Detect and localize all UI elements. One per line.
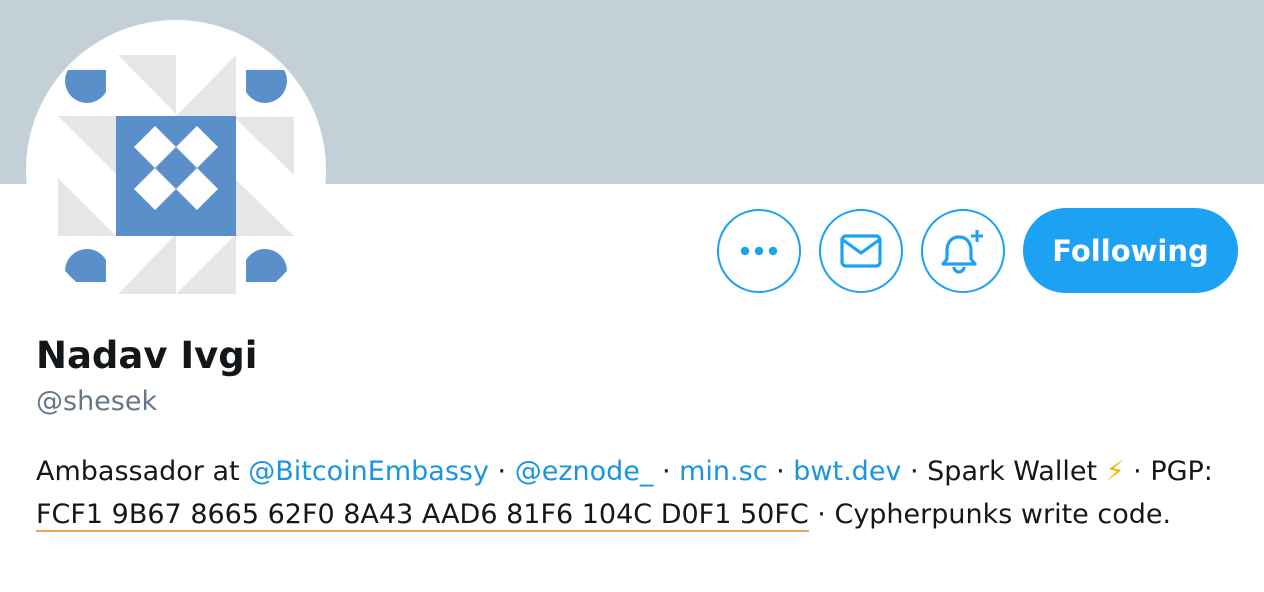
bell-plus-icon xyxy=(941,230,983,274)
bio-text: · PGP: xyxy=(1124,456,1213,487)
display-name: Nadav Ivgi xyxy=(36,334,258,377)
lightning-emoji: ⚡ xyxy=(1105,456,1125,487)
mention-link-bitcoinembassy[interactable]: @BitcoinEmbassy xyxy=(248,456,489,487)
ellipsis-icon xyxy=(740,246,778,256)
url-link-min-sc[interactable]: min.sc xyxy=(679,456,767,487)
profile-handle: @shesek xyxy=(36,386,158,417)
identicon-image xyxy=(58,55,294,294)
message-button[interactable] xyxy=(819,209,903,293)
profile-avatar[interactable] xyxy=(26,20,326,320)
profile-bio: Ambassador at @BitcoinEmbassy · @eznode_… xyxy=(36,450,1216,536)
bio-text: Ambassador at xyxy=(36,456,249,487)
following-button[interactable]: Following xyxy=(1023,208,1238,293)
notifications-button[interactable] xyxy=(921,209,1005,293)
bio-separator: · xyxy=(653,456,680,487)
envelope-icon xyxy=(840,234,882,268)
bio-text: · Spark Wallet xyxy=(901,456,1106,487)
more-options-button[interactable] xyxy=(717,209,801,293)
pgp-fingerprint: FCF1 9B67 8665 62F0 8A43 AAD6 81F6 104C … xyxy=(36,499,809,532)
bio-separator: · xyxy=(488,456,515,487)
mention-link-eznode[interactable]: @eznode_ xyxy=(515,456,654,487)
bio-separator: · xyxy=(767,456,794,487)
url-link-bwt-dev[interactable]: bwt.dev xyxy=(793,456,901,487)
bio-text: · Cypherpunks write code. xyxy=(808,499,1172,530)
